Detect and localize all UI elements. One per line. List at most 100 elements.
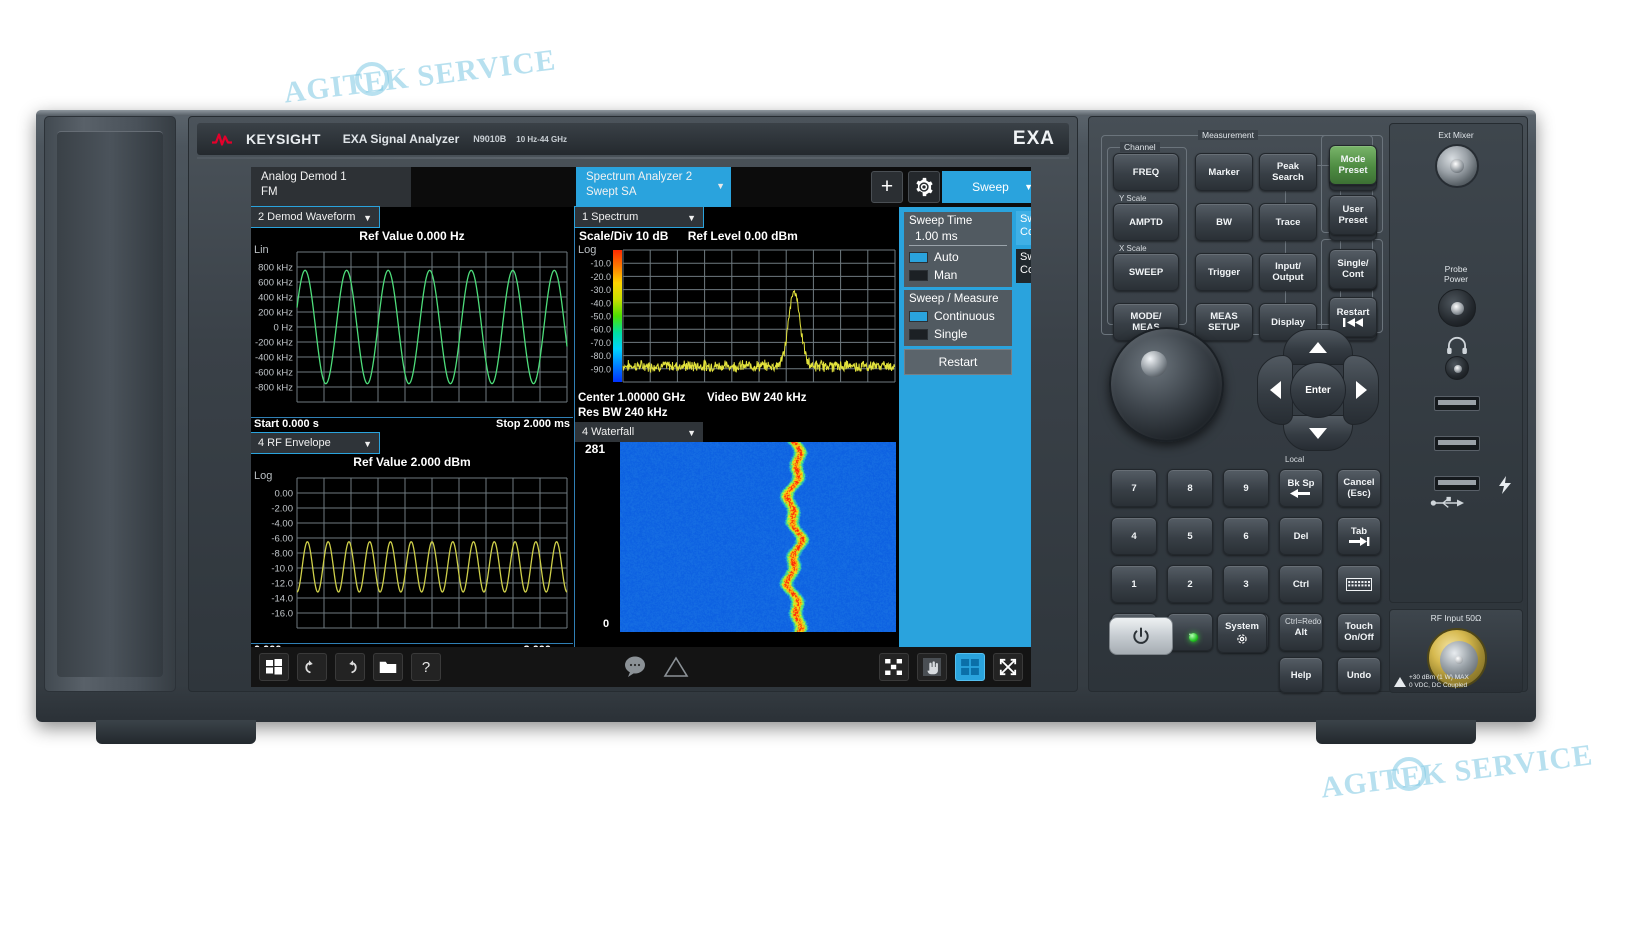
key-key-6-label: 6	[1243, 530, 1249, 542]
key-key-decimal[interactable]: .	[1167, 613, 1213, 651]
help-button[interactable]: ?	[411, 653, 441, 681]
key-tab[interactable]: Tab	[1337, 517, 1381, 555]
usb-port-2[interactable]	[1434, 436, 1480, 451]
sweep-time-auto-option[interactable]: Auto	[909, 250, 1007, 264]
key-single-cont[interactable]: Single/Cont	[1329, 249, 1377, 289]
arrow-left-icon	[1269, 381, 1281, 399]
ext-mixer-connector[interactable]	[1435, 144, 1479, 188]
sweep-continuous-option[interactable]: Continuous	[909, 309, 1007, 323]
windows-start-button[interactable]	[259, 653, 289, 681]
enter-button[interactable]: Enter	[1290, 362, 1346, 418]
waterfall-top-label: 281	[585, 442, 606, 456]
rf-envelope-selector[interactable]: 4 RF Envelope ▼	[251, 432, 380, 454]
model-number: N9010B	[473, 134, 507, 144]
radio-continuous-indicator	[909, 310, 928, 322]
key-marker[interactable]: Marker	[1195, 153, 1253, 191]
key-key-5[interactable]: 5	[1167, 517, 1213, 555]
sweep-tab-button[interactable]: Sweep ▼	[942, 171, 1031, 203]
undo-button[interactable]	[297, 653, 327, 681]
key-key-4[interactable]: 4	[1111, 517, 1157, 555]
key-system[interactable]: System	[1217, 613, 1267, 653]
rotary-knob[interactable]	[1109, 327, 1224, 442]
hand-pointer-button[interactable]	[917, 653, 947, 681]
key-ctrl[interactable]: Ctrl	[1279, 565, 1323, 603]
demod-footer-start: Start 0.000 s	[254, 418, 319, 430]
waterfall-bottom-label: 0	[603, 618, 610, 630]
sweep-single-option[interactable]: Single	[909, 327, 1007, 341]
y-scale-label: Y Scale	[1119, 194, 1147, 203]
key-freq[interactable]: FREQ	[1113, 153, 1179, 191]
key-key-6[interactable]: 6	[1223, 517, 1269, 555]
key-bw[interactable]: BW	[1195, 203, 1253, 241]
key-touch-on-off[interactable]: Touch On/Off	[1337, 613, 1381, 651]
usb-port-1[interactable]	[1434, 396, 1480, 411]
menu-item-sweep-control[interactable]: Sweep/ Control	[1016, 211, 1031, 245]
key-key-9[interactable]: 9	[1223, 469, 1269, 507]
rf-envelope-selector-label: 4 RF Envelope	[258, 437, 331, 449]
menu-sweep-config-line2: Config	[1020, 264, 1031, 276]
restart-button[interactable]: Restart	[904, 349, 1012, 375]
sweep-time-group: Sweep Time 1.00 ms Auto Man	[904, 212, 1012, 287]
arrow-right-button[interactable]	[1343, 355, 1379, 425]
svg-text:600 kHz: 600 kHz	[258, 278, 293, 289]
key-sweep[interactable]: SWEEP	[1113, 253, 1179, 291]
menu-item-sweep-config[interactable]: Sweep Config	[1016, 249, 1031, 283]
key-key-8[interactable]: 8	[1167, 469, 1213, 507]
waterfall-selector[interactable]: 4 Waterfall ▼	[575, 422, 703, 442]
key-key-1[interactable]: 1	[1111, 565, 1157, 603]
key-trace[interactable]: Trace	[1259, 203, 1317, 241]
grid-dots-button[interactable]	[879, 653, 909, 681]
key-delete-label: Del	[1293, 530, 1309, 542]
key-key-7[interactable]: 7	[1111, 469, 1157, 507]
panel-rf-envelope: 4 RF Envelope ▼ Ref Value 2.000 dBm Log …	[251, 432, 573, 675]
key-help[interactable]: Help	[1279, 657, 1323, 693]
speech-bubble-icon[interactable]	[623, 655, 649, 679]
rf-input-label: RF Input 50Ω	[1430, 613, 1482, 623]
key-input-output[interactable]: Input/Output	[1259, 253, 1317, 291]
tile-grid-button[interactable]	[955, 653, 985, 681]
key-tab-label: Tab	[1350, 526, 1368, 537]
demod-waveform-selector[interactable]: 2 Demod Waveform ▼	[251, 206, 380, 228]
key-peak-search[interactable]: Peak Search	[1259, 153, 1317, 191]
connector-column: Ext Mixer Probe Power	[1389, 123, 1523, 603]
key-delete[interactable]: Del	[1279, 517, 1323, 555]
key-undo[interactable]: Undo	[1337, 657, 1381, 693]
add-window-button[interactable]: +	[871, 171, 903, 203]
probe-power-connector[interactable]	[1438, 289, 1476, 327]
sweep-time-value[interactable]: 1.00 ms	[909, 228, 1007, 246]
tab-analog-demod[interactable]: Analog Demod 1 FM	[251, 167, 411, 207]
headphone-jack[interactable]	[1445, 356, 1469, 380]
usb-port-3[interactable]	[1434, 476, 1480, 491]
key-meas-setup[interactable]: MEAS SETUP	[1195, 303, 1253, 341]
svg-text:-90.0: -90.0	[590, 364, 611, 374]
key-display-label: Display	[1271, 316, 1305, 328]
key-cancel-esc[interactable]: Cancel (Esc)	[1337, 469, 1381, 507]
triangle-icon[interactable]	[663, 655, 689, 679]
tab-spectrum-analyzer[interactable]: Spectrum Analyzer 2 Swept SA ▼	[576, 167, 731, 207]
fullscreen-button[interactable]	[993, 653, 1023, 681]
sweep-time-label: Sweep Time	[909, 215, 973, 227]
key-trigger[interactable]: Trigger	[1195, 253, 1253, 291]
spectrum-selector[interactable]: 1 Spectrum ▼	[574, 206, 704, 228]
key-backspace[interactable]: Bk Sp	[1279, 469, 1323, 507]
folder-button[interactable]	[373, 653, 403, 681]
key-user-preset[interactable]: User Preset	[1329, 195, 1377, 235]
settings-gear-button[interactable]	[908, 171, 940, 203]
power-button[interactable]	[1109, 617, 1173, 655]
sweep-time-man-option[interactable]: Man	[909, 268, 1007, 282]
tab-analog-demod-line2: FM	[261, 186, 278, 198]
key-mode-preset[interactable]: Mode Preset	[1329, 145, 1377, 185]
arrow-down-button[interactable]	[1283, 415, 1353, 451]
arrow-up-button[interactable]	[1283, 329, 1353, 365]
redo-button[interactable]	[335, 653, 365, 681]
key-amptd[interactable]: AMPTD	[1113, 203, 1179, 241]
key-key-2[interactable]: 2	[1167, 565, 1213, 603]
svg-text:400 kHz: 400 kHz	[258, 293, 293, 304]
headphone-jack-center	[1454, 365, 1462, 373]
key-bw-label: BW	[1216, 216, 1232, 228]
key-key-3[interactable]: 3	[1223, 565, 1269, 603]
chevron-down-icon: ▼	[687, 428, 696, 438]
key-mode-meas-label-1: MODE/	[1130, 311, 1162, 322]
key-keyboard[interactable]	[1337, 565, 1381, 603]
arrow-left-button[interactable]	[1257, 355, 1293, 425]
